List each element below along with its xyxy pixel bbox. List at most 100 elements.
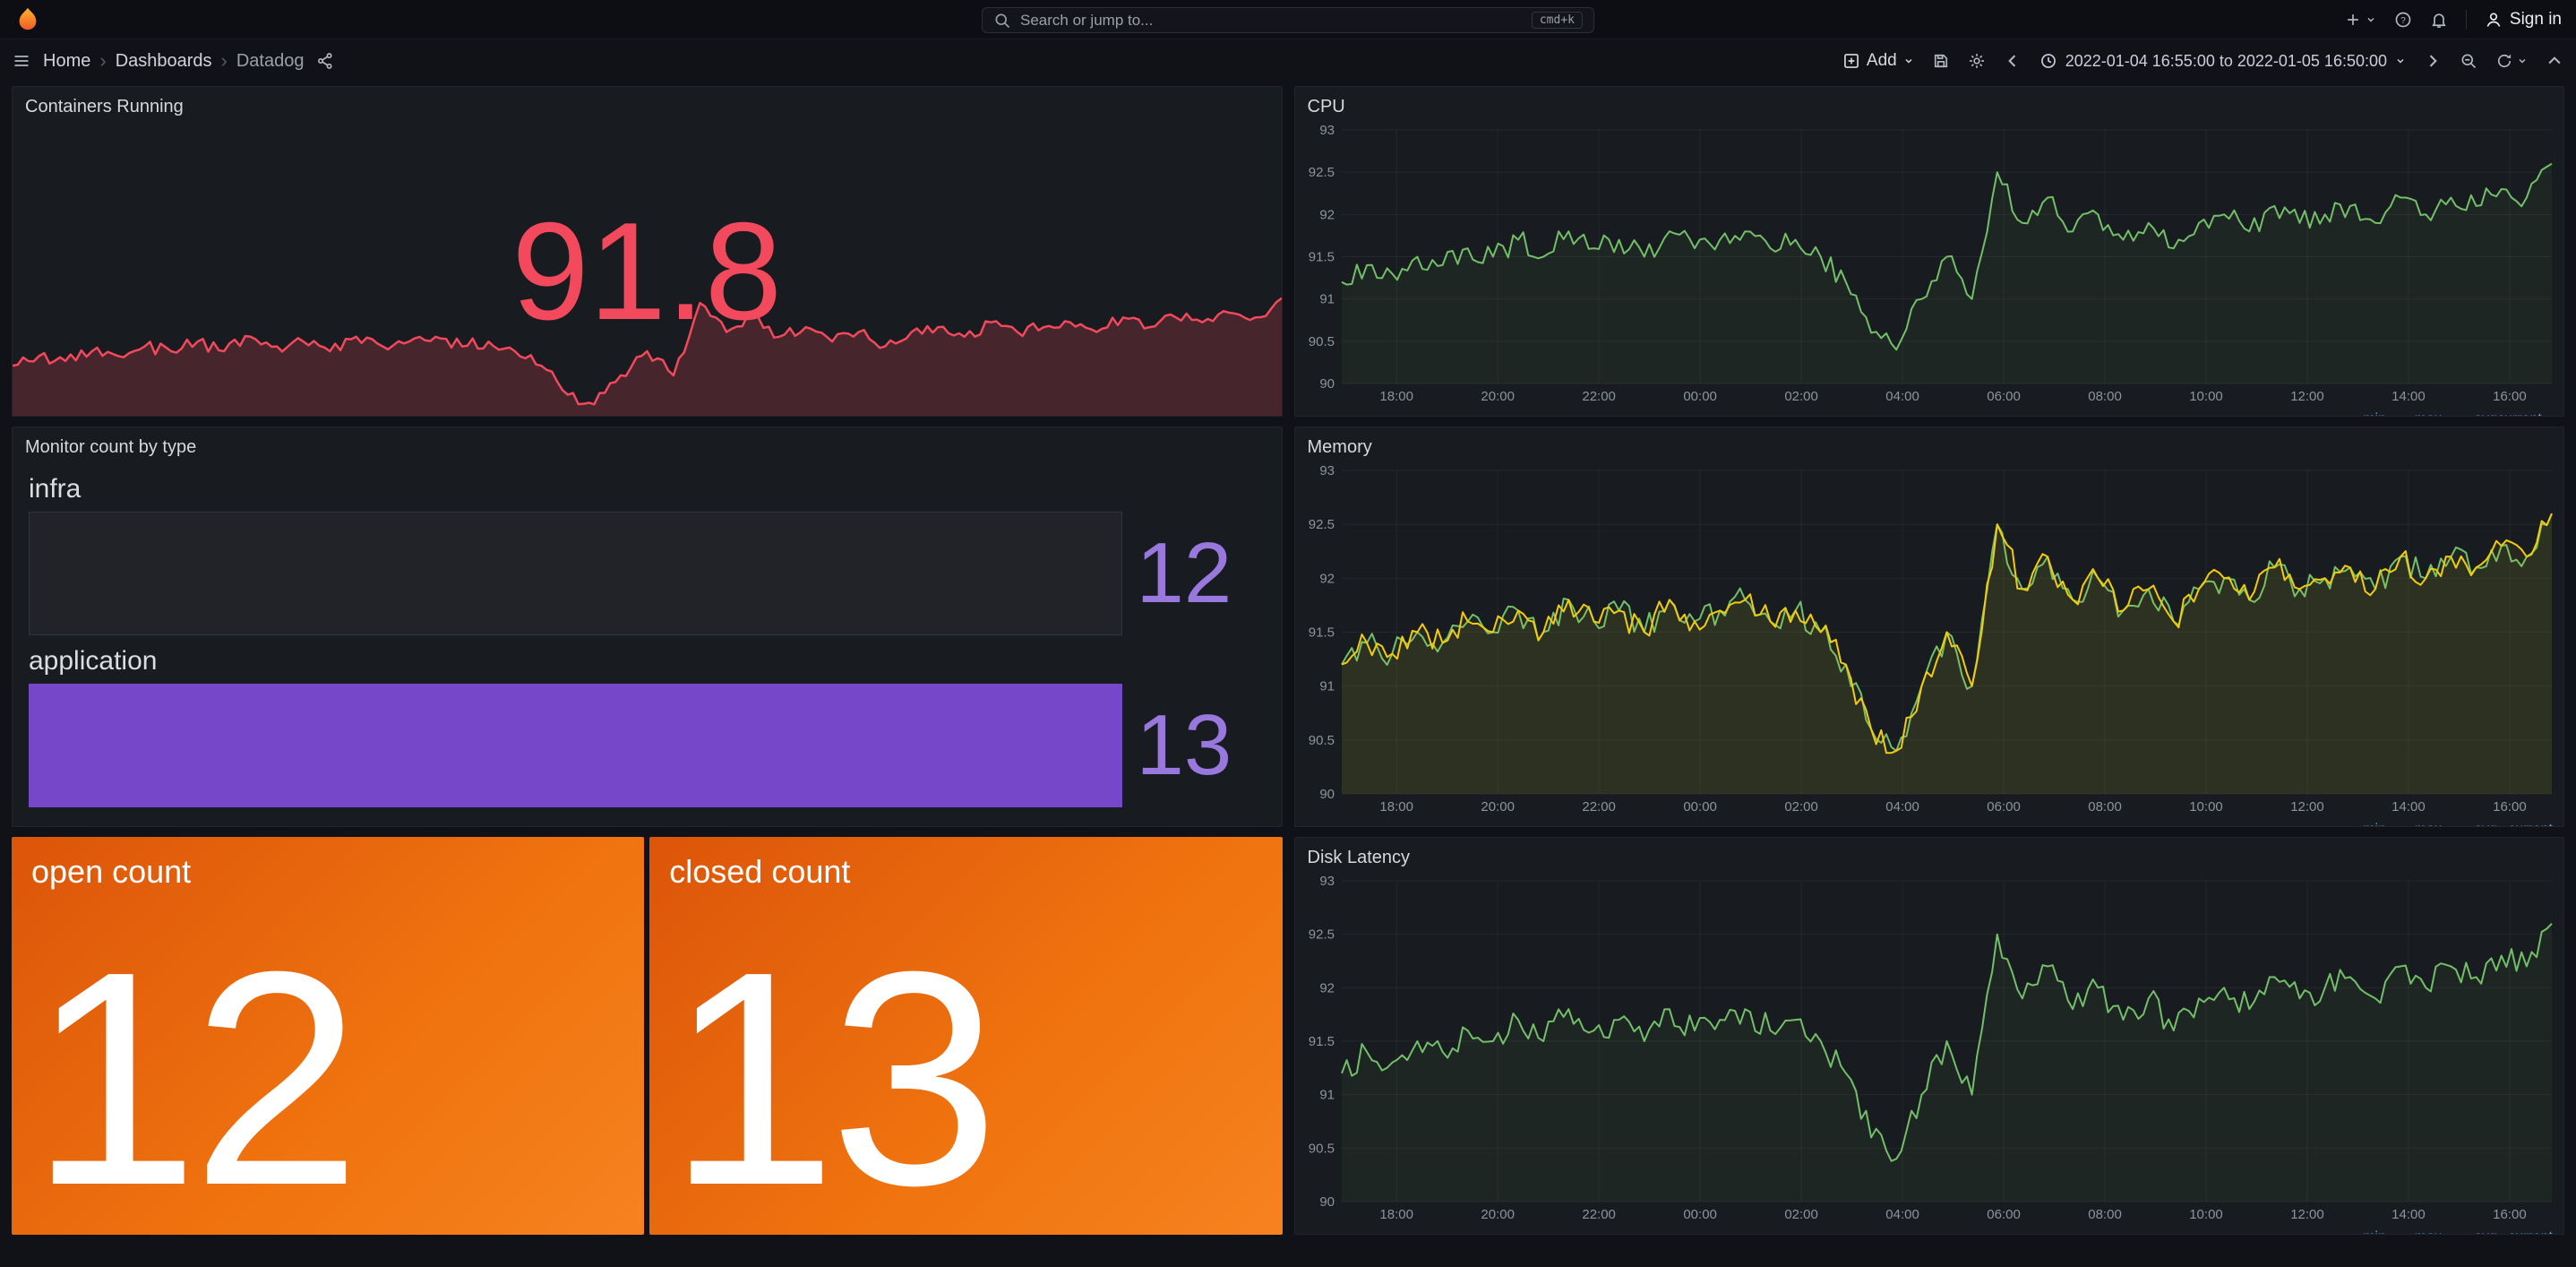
svg-text:93: 93 xyxy=(1319,463,1335,478)
svg-text:90.5: 90.5 xyxy=(1308,334,1334,349)
svg-text:93: 93 xyxy=(1319,123,1335,138)
add-label: Add xyxy=(1867,51,1897,71)
dashboard-grid: Containers Running 91.8 CPU 9392.59291.5… xyxy=(0,82,2576,1245)
help-button[interactable]: ? xyxy=(2394,11,2412,29)
breadcrumb-dashboards[interactable]: Dashboards xyxy=(116,51,212,72)
legend-header-avg[interactable]: avg xyxy=(2442,822,2497,827)
svg-text:22:00: 22:00 xyxy=(1582,799,1616,814)
bar-gauge-row: 12 xyxy=(29,512,1266,635)
zoom-out-time-button[interactable] xyxy=(2460,52,2477,70)
collapse-toolbar-button[interactable] xyxy=(2546,52,2563,70)
chevron-left-icon xyxy=(2004,52,2022,70)
svg-text:00:00: 00:00 xyxy=(1683,1207,1717,1222)
person-icon xyxy=(2485,11,2503,29)
panel-title: closed count xyxy=(649,837,1282,907)
grafana-logo-icon[interactable] xyxy=(14,6,41,33)
svg-text:20:00: 20:00 xyxy=(1481,799,1515,814)
breadcrumb-separator-icon: › xyxy=(221,51,228,71)
zoom-out-icon xyxy=(2460,52,2477,70)
legend-header-min[interactable]: min xyxy=(2331,411,2386,417)
new-menu-button[interactable] xyxy=(2344,11,2376,29)
svg-text:08:00: 08:00 xyxy=(2088,389,2122,404)
bar-gauge-value: 13 xyxy=(1122,702,1266,789)
time-range-picker[interactable]: 2022-01-04 16:55:00 to 2022-01-05 16:50:… xyxy=(2039,52,2406,71)
svg-text:00:00: 00:00 xyxy=(1683,389,1717,404)
svg-text:12:00: 12:00 xyxy=(2290,389,2324,404)
mega-menu-button[interactable] xyxy=(13,52,30,70)
timeseries-svg: 9392.59291.59190.59018:0020:0022:0000:00… xyxy=(1297,872,2559,1225)
bar-gauge-bar xyxy=(29,684,1122,807)
dashboard-settings-button[interactable] xyxy=(1968,52,1986,70)
save-dashboard-button[interactable] xyxy=(1932,52,1950,70)
svg-text:10:00: 10:00 xyxy=(2189,799,2223,814)
legend-header-current[interactable]: current xyxy=(2497,1229,2553,1235)
svg-text:10:00: 10:00 xyxy=(2189,1207,2223,1222)
panel-closed-count: closed count 13 xyxy=(649,837,1282,1235)
breadcrumb: Home › Dashboards › Datadog xyxy=(43,51,304,72)
disk-latency-legend: minmaxavgcurrentsystem.cpu.idle(*)90.492… xyxy=(1295,1225,2564,1235)
cpu-chart[interactable]: 9392.59291.59190.59018:0020:0022:0000:00… xyxy=(1297,121,2559,407)
legend-header-min[interactable]: min xyxy=(2331,1229,2386,1235)
svg-text:92: 92 xyxy=(1319,207,1335,222)
legend-header-min[interactable]: min xyxy=(2331,822,2386,827)
notifications-button[interactable] xyxy=(2430,11,2448,29)
chevron-down-icon xyxy=(2366,14,2376,25)
panel-title: Disk Latency xyxy=(1295,838,2564,870)
memory-legend: minmaxavgcurrentsystem.cpu.idle(*)90.492… xyxy=(1295,817,2564,827)
svg-text:18:00: 18:00 xyxy=(1379,799,1413,814)
bar-gauge-body: infra 12 application 13 xyxy=(13,460,1282,807)
refresh-icon xyxy=(2495,52,2513,70)
time-range-forward-button[interactable] xyxy=(2424,52,2442,70)
count-panels-row: open count 12 closed count 13 xyxy=(12,837,1283,1235)
svg-text:16:00: 16:00 xyxy=(2493,799,2527,814)
time-range-back-button[interactable] xyxy=(2004,52,2022,70)
panel-monitor-count: Monitor count by type infra 12 applicati… xyxy=(12,427,1283,827)
svg-text:08:00: 08:00 xyxy=(2088,1207,2122,1222)
svg-text:02:00: 02:00 xyxy=(1784,1207,1818,1222)
svg-text:14:00: 14:00 xyxy=(2391,389,2426,404)
svg-text:14:00: 14:00 xyxy=(2391,799,2426,814)
legend-header-max[interactable]: max xyxy=(2386,411,2442,417)
sign-in-button[interactable]: Sign in xyxy=(2485,10,2562,30)
search-placeholder: Search or jump to... xyxy=(1020,12,1153,30)
bar-gauge-value: 12 xyxy=(1122,530,1266,616)
chevron-right-icon xyxy=(2424,52,2442,70)
svg-text:18:00: 18:00 xyxy=(1379,389,1413,404)
share-dashboard-button[interactable] xyxy=(316,52,334,70)
svg-text:91.5: 91.5 xyxy=(1308,250,1334,265)
legend-header-avg[interactable]: avg xyxy=(2442,411,2497,417)
panel-memory: Memory 9392.59291.59190.59018:0020:0022:… xyxy=(1294,427,2565,827)
legend-header-row: minmaxavgcurrent xyxy=(1308,409,2554,417)
legend-header-current[interactable]: current xyxy=(2497,822,2553,827)
panel-add-icon xyxy=(1842,52,1860,70)
legend-header-avg[interactable]: avg xyxy=(2442,1229,2497,1235)
svg-text:22:00: 22:00 xyxy=(1582,389,1616,404)
svg-text:04:00: 04:00 xyxy=(1885,389,1919,404)
breadcrumb-home[interactable]: Home xyxy=(43,51,90,72)
legend-header-row: minmaxavgcurrent xyxy=(1308,819,2554,827)
svg-text:12:00: 12:00 xyxy=(2290,1207,2324,1222)
add-panel-button[interactable]: Add xyxy=(1842,51,1914,71)
timeseries-svg: 9392.59291.59190.59018:0020:0022:0000:00… xyxy=(1297,121,2559,407)
svg-text:91.5: 91.5 xyxy=(1308,625,1334,641)
svg-text:04:00: 04:00 xyxy=(1885,799,1919,814)
legend-header-current[interactable]: current xyxy=(2497,411,2553,417)
memory-chart[interactable]: 9392.59291.59190.59018:0020:0022:0000:00… xyxy=(1297,461,2559,817)
panel-open-count: open count 12 xyxy=(12,837,644,1235)
legend-header-max[interactable]: max xyxy=(2386,822,2442,827)
breadcrumb-current: Datadog xyxy=(236,51,305,72)
toolbar-actions: Add xyxy=(1842,51,2563,71)
svg-text:16:00: 16:00 xyxy=(2493,1207,2527,1222)
question-circle-icon: ? xyxy=(2394,11,2412,29)
topnav-actions: ? Sign in xyxy=(2344,10,2562,30)
svg-text:20:00: 20:00 xyxy=(1481,1207,1515,1222)
search-input[interactable]: Search or jump to... cmd+k xyxy=(982,7,1594,33)
refresh-button[interactable] xyxy=(2495,52,2528,70)
svg-text:12:00: 12:00 xyxy=(2290,799,2324,814)
legend-header-max[interactable]: max xyxy=(2386,1229,2442,1235)
closed-count-value: 13 xyxy=(667,927,992,1231)
svg-text:92.5: 92.5 xyxy=(1308,927,1334,943)
svg-text:92.5: 92.5 xyxy=(1308,517,1334,532)
svg-text:06:00: 06:00 xyxy=(1987,1207,2021,1222)
disk-latency-chart[interactable]: 9392.59291.59190.59018:0020:0022:0000:00… xyxy=(1297,872,2559,1225)
